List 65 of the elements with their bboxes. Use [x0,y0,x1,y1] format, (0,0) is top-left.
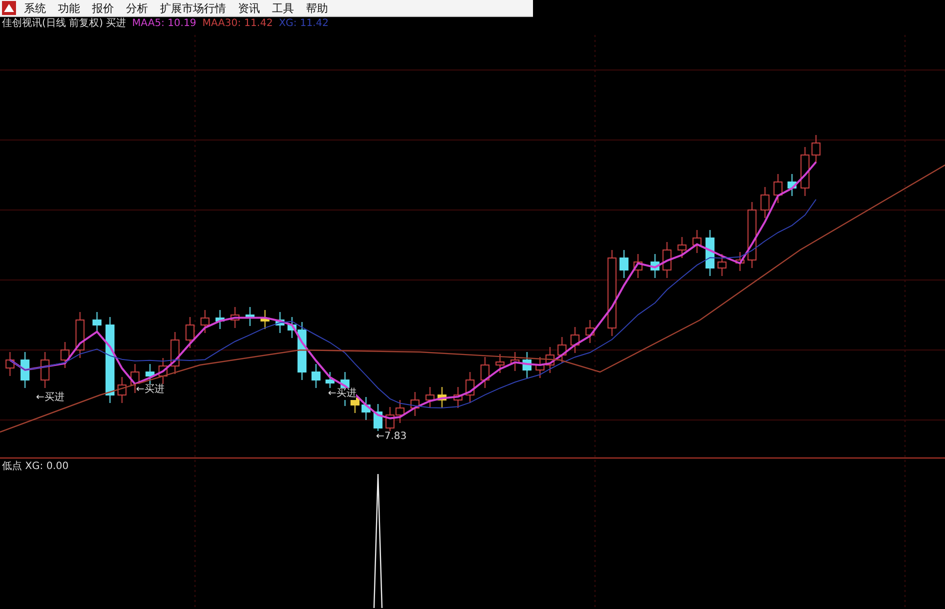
candlestick [246,306,254,326]
candlestick [216,310,224,330]
candlestick [200,310,210,334]
candlestick [692,230,702,254]
menu-item[interactable]: 分析 [120,0,154,16]
candlestick [60,342,70,368]
candlestick [678,236,686,258]
chart-marker: ←买进 [136,384,164,396]
panel-label: 低点 XG: 0.00 [2,460,69,474]
candlestick [146,364,154,384]
candlestick [40,352,50,388]
menu-item[interactable]: 资讯 [232,0,266,16]
candlestick [650,254,660,278]
chart-title: 佳创视讯(日线 前复权) 买进 [2,18,126,29]
chart-marker: ←买进 [328,388,356,400]
candlestick [6,352,14,376]
candlestick [312,364,320,388]
candlestick [748,202,756,268]
candlestick [186,316,194,348]
candlestick [774,174,782,204]
candlestick [536,356,544,378]
candlestick [76,312,84,358]
candlestick [760,186,770,218]
candlestick [800,146,810,196]
menu-item[interactable]: 帮助 [300,0,334,16]
indicator-value: XG: 11.42 [278,18,329,29]
candlestick [92,312,102,334]
menu-item[interactable]: 系统 [18,0,52,16]
candlestick [558,336,566,364]
candlestick [260,310,270,330]
indicator-value: MAA5: 10.19 [132,18,196,29]
candlestick [546,346,554,374]
candlestick [20,352,30,388]
menu-item[interactable]: 报价 [86,0,120,16]
candlestick [736,252,744,272]
candlestick [522,352,532,378]
candlestick [706,230,714,276]
candlestick [570,326,580,354]
indicator-value: MAA30: 11.42 [202,18,273,29]
candlestick [788,174,796,196]
candlestick [634,254,642,278]
candlestick [586,320,594,344]
candlestick [480,356,490,388]
candlestick [170,332,180,374]
chart-marker: ←买进 [36,392,64,404]
candlestick [426,386,434,408]
menu-item[interactable]: 扩展市场行情 [154,0,232,16]
candlestick [396,400,404,424]
candlestick [510,352,520,372]
candlestick [718,254,726,276]
candlestick [362,396,370,420]
candlestick [438,386,446,408]
candlestick [662,242,672,278]
candlestick [620,250,628,278]
candlestick [118,376,126,404]
menu-item[interactable]: 工具 [266,0,300,16]
candlestick [812,134,820,164]
candlestick [276,312,284,334]
candlestick [158,358,168,384]
candlestick [230,306,240,328]
candlestick [410,392,420,416]
candlestick [496,354,504,374]
candlestick [466,372,474,404]
candlestick [454,386,462,408]
menu-item[interactable]: 功能 [52,0,86,16]
